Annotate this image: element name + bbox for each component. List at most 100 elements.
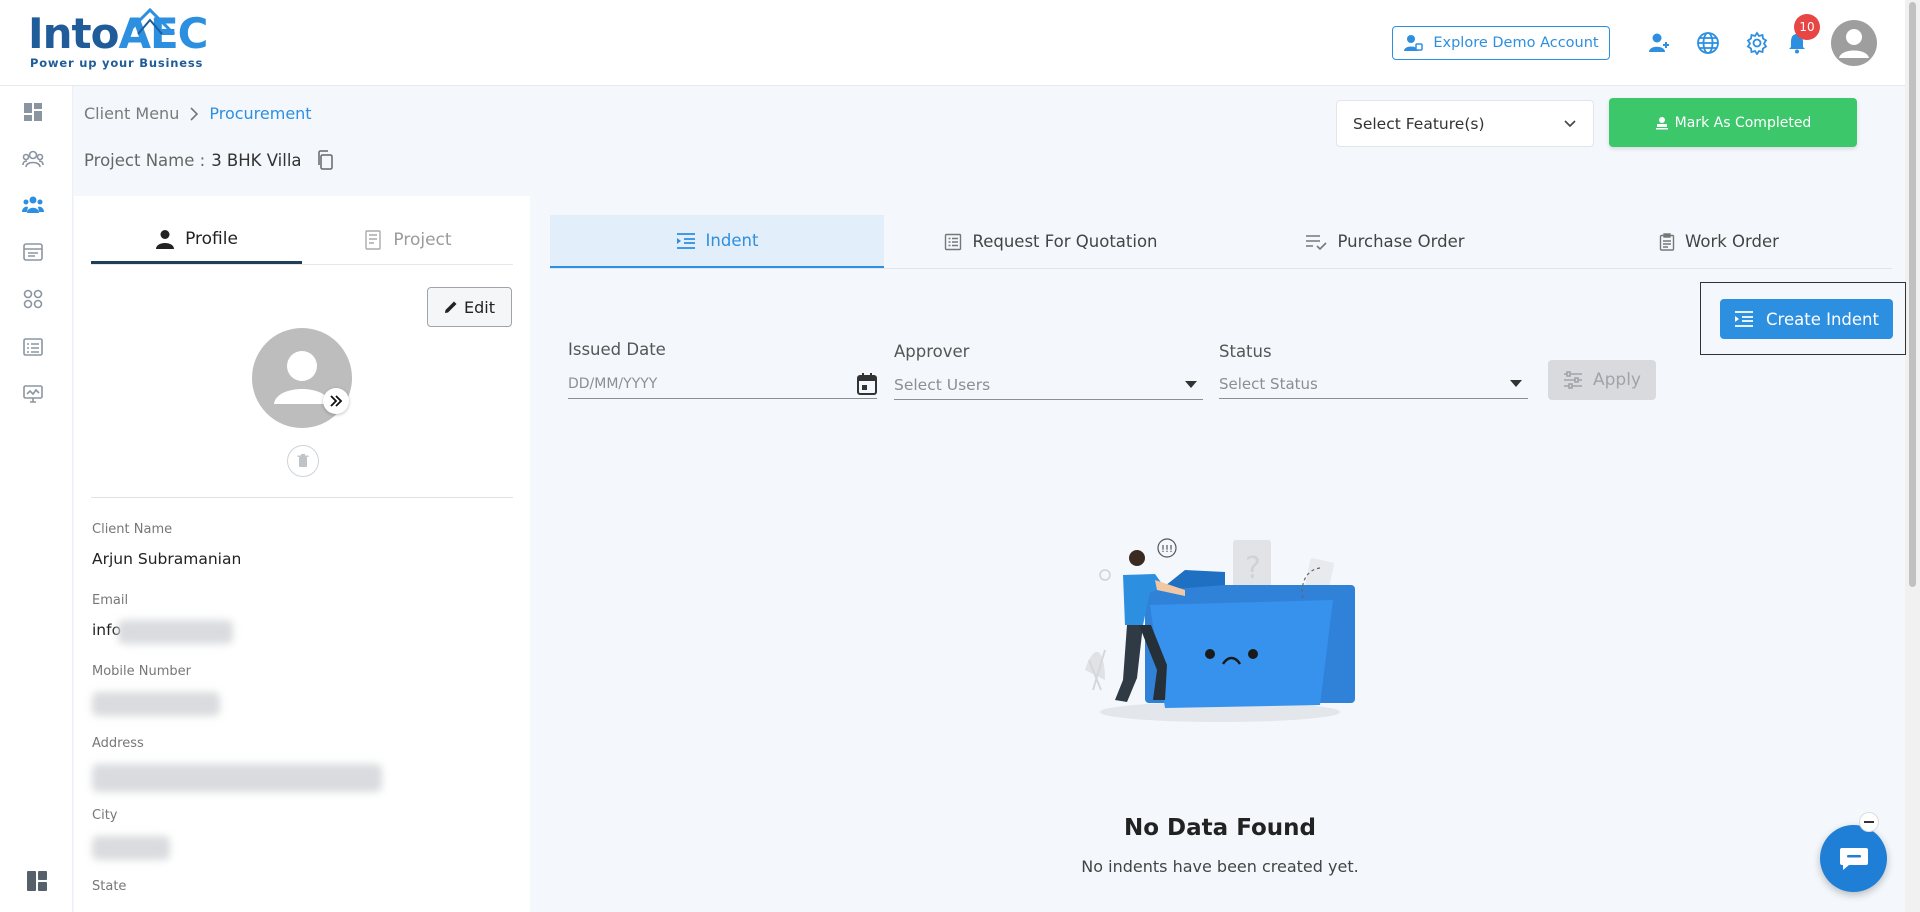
scrollbar-thumb[interactable] (1909, 2, 1916, 587)
team-icon[interactable] (20, 146, 46, 172)
list-icon[interactable] (20, 334, 46, 360)
brand-tagline: Power up your Business (30, 56, 204, 70)
person-icon (156, 229, 175, 249)
approver-select[interactable]: Select Users (894, 370, 1203, 400)
tab-request-for-quotation[interactable]: Request For Quotation (884, 215, 1218, 268)
change-avatar-button[interactable] (323, 388, 349, 414)
mark-completed-label: Mark As Completed (1674, 114, 1812, 131)
project-doc-icon (365, 230, 382, 250)
tab-rfq-label: Request For Quotation (972, 232, 1158, 251)
mark-completed-button[interactable]: Mark As Completed (1609, 98, 1857, 147)
state-label: State (92, 879, 127, 894)
mobile-label: Mobile Number (92, 664, 191, 679)
issued-date-label: Issued Date (568, 340, 666, 359)
feature-select-value: Select Feature(s) (1353, 114, 1485, 133)
tab-profile[interactable]: Profile (91, 216, 302, 264)
tab-profile-label: Profile (185, 228, 238, 249)
calendar-icon[interactable] (857, 372, 877, 395)
status-label: Status (1219, 342, 1272, 361)
tab-purchase-order[interactable]: Purchase Order (1218, 215, 1552, 268)
status-select[interactable]: Select Status (1219, 369, 1528, 399)
project-name: Project Name : 3 BHK Villa (84, 150, 334, 170)
add-user-icon[interactable] (1644, 28, 1674, 58)
city-label: City (92, 808, 118, 823)
brand-logo[interactable]: IntoAEC Power up your Business (28, 7, 209, 72)
address-redacted (92, 764, 382, 792)
logo-mark-icon (124, 7, 176, 36)
explore-demo-button[interactable]: Explore Demo Account (1392, 26, 1610, 60)
chat-minimize-button[interactable] (1859, 812, 1879, 832)
copy-icon[interactable] (316, 150, 334, 170)
city-redacted (92, 836, 170, 860)
quotation-icon (945, 233, 962, 250)
clients-icon[interactable] (20, 192, 46, 218)
edit-profile-label: Edit (464, 297, 495, 317)
gear-icon[interactable] (1742, 28, 1772, 58)
dashboard-icon[interactable] (20, 99, 46, 125)
minus-icon (1864, 821, 1874, 823)
create-indent-label: Create Indent (1766, 309, 1879, 329)
client-name-label: Client Name (92, 522, 173, 537)
globe-icon[interactable] (1693, 28, 1723, 58)
feature-select[interactable]: Select Feature(s) (1336, 100, 1594, 147)
create-indent-highlight: Create Indent (1700, 282, 1906, 355)
notification-badge: 10 (1794, 14, 1820, 40)
mobile-redacted (92, 692, 220, 716)
apply-filters-button[interactable]: Apply (1548, 360, 1656, 400)
svg-text:?: ? (1245, 551, 1261, 586)
caret-down-icon (1185, 380, 1197, 388)
procurement-tabs: Indent Request For Quotation Purchase Or… (550, 215, 1892, 269)
indent-icon (1735, 311, 1754, 327)
page-scrollbar[interactable] (1905, 0, 1920, 912)
client-name-value: Arjun Subramanian (92, 550, 242, 568)
project-name-label: Project Name : (84, 150, 206, 170)
chevron-down-icon (1564, 119, 1576, 127)
edit-profile-button[interactable]: Edit (427, 287, 512, 327)
svg-text:!!!: !!! (1161, 544, 1173, 555)
user-avatar-icon (1839, 29, 1869, 58)
email-value: info (92, 621, 122, 639)
tab-purchase-order-label: Purchase Order (1337, 232, 1465, 251)
issued-date-field[interactable]: DD/MM/YYYY (568, 369, 877, 399)
empty-state-title: No Data Found (1124, 815, 1316, 841)
top-header: IntoAEC Power up your Business Explore D… (0, 0, 1905, 86)
client-profile-panel: Profile Project Edit Client Name Arjun S… (74, 196, 530, 912)
billing-icon[interactable] (20, 239, 46, 265)
chat-icon (1839, 847, 1868, 870)
layout-icon[interactable] (24, 868, 50, 894)
user-avatar[interactable] (1831, 20, 1877, 66)
chat-widget-button[interactable] (1820, 825, 1887, 892)
trash-icon (297, 454, 309, 467)
tab-project[interactable]: Project (302, 216, 513, 264)
tab-work-order-label: Work Order (1685, 232, 1779, 251)
breadcrumb-client-menu[interactable]: Client Menu (84, 104, 179, 123)
issued-date-placeholder: DD/MM/YYYY (568, 375, 658, 392)
checklist-icon (1306, 234, 1328, 250)
create-indent-button[interactable]: Create Indent (1720, 299, 1893, 339)
tab-indent-label: Indent (705, 231, 759, 250)
email-redacted (118, 620, 233, 644)
profile-tabs-divider (91, 264, 513, 265)
tab-work-order[interactable]: Work Order (1552, 215, 1886, 268)
project-name-value: 3 BHK Villa (211, 150, 302, 170)
brand-name-left: Into (28, 9, 119, 58)
approver-placeholder: Select Users (894, 375, 991, 394)
breadcrumb-procurement[interactable]: Procurement (209, 104, 311, 123)
caret-down-icon (1510, 379, 1522, 387)
clipboard-icon (1659, 232, 1675, 251)
apply-filters-label: Apply (1593, 370, 1641, 390)
modules-icon[interactable] (20, 286, 46, 312)
address-label: Address (92, 736, 144, 751)
delete-avatar-button[interactable] (287, 445, 319, 477)
pencil-icon (445, 301, 457, 313)
empty-state-subtitle: No indents have been created yet. (1081, 857, 1359, 876)
approver-label: Approver (894, 342, 970, 361)
stamp-icon (1655, 116, 1668, 129)
monitor-icon[interactable] (20, 381, 46, 407)
filter-sliders-icon (1564, 371, 1582, 389)
empty-folder-illustration: ? !!! (1085, 538, 1355, 722)
tab-indent[interactable]: Indent (550, 215, 884, 268)
profile-divider (91, 497, 513, 498)
double-chevron-right-icon (330, 395, 343, 407)
status-placeholder: Select Status (1219, 374, 1318, 393)
